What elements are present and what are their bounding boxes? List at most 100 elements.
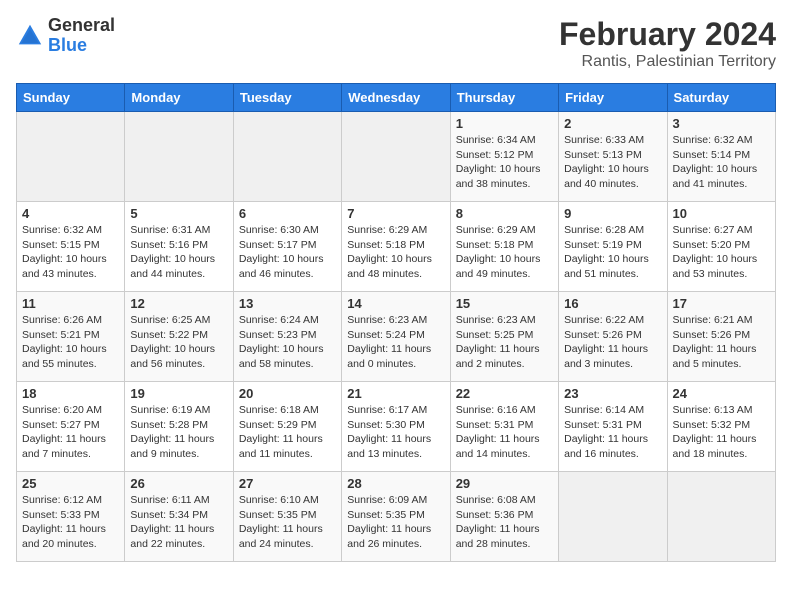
calendar-cell: 23 Sunrise: 6:14 AM Sunset: 5:31 PM Dayli…	[559, 382, 667, 472]
day-info: Sunrise: 6:11 AM Sunset: 5:34 PM Dayligh…	[130, 493, 227, 552]
day-number: 2	[564, 116, 661, 131]
calendar-week-4: 25Sunrise: 6:12 AM Sunset: 5:33 PM Dayli…	[17, 472, 776, 562]
calendar-cell: 20 Sunrise: 6:18 AM Sunset: 5:29 PM Dayli…	[233, 382, 341, 472]
day-info: Sunrise: 6:08 AM Sunset: 5:36 PM Dayligh…	[456, 493, 553, 552]
calendar-cell: 8 Sunrise: 6:29 AM Sunset: 5:18 PM Daylig…	[450, 202, 558, 292]
day-number: 14	[347, 296, 444, 311]
calendar-cell: 6Sunrise: 6:30 AM Sunset: 5:17 PM Daylig…	[233, 202, 341, 292]
weekday-header-sunday: Sunday	[17, 84, 125, 112]
calendar-cell: 18 Sunrise: 6:20 AM Sunset: 5:27 PM Dayli…	[17, 382, 125, 472]
day-number: 20	[239, 386, 336, 401]
calendar-cell: 27 Sunrise: 6:10 AM Sunset: 5:35 PM Dayli…	[233, 472, 341, 562]
day-number: 10	[673, 206, 770, 221]
day-number: 27	[239, 476, 336, 491]
day-info: Sunrise: 6:19 AM Sunset: 5:28 PM Dayligh…	[130, 403, 227, 462]
day-info: Sunrise: 6:26 AM Sunset: 5:21 PM Dayligh…	[22, 313, 119, 372]
day-number: 21	[347, 386, 444, 401]
calendar-week-2: 11 Sunrise: 6:26 AM Sunset: 5:21 PM Dayli…	[17, 292, 776, 382]
calendar-cell: 19 Sunrise: 6:19 AM Sunset: 5:28 PM Dayli…	[125, 382, 233, 472]
page-header: General Blue February 2024 Rantis, Pales…	[16, 16, 776, 71]
calendar-cell: 21 Sunrise: 6:17 AM Sunset: 5:30 PM Dayli…	[342, 382, 450, 472]
calendar-cell: 5 Sunrise: 6:31 AM Sunset: 5:16 PM Daylig…	[125, 202, 233, 292]
day-info: Sunrise: 6:32 AM Sunset: 5:14 PM Dayligh…	[673, 133, 770, 192]
day-info: Sunrise: 6:23 AM Sunset: 5:25 PM Dayligh…	[456, 313, 553, 372]
logo-icon	[16, 22, 44, 50]
calendar-cell: 13 Sunrise: 6:24 AM Sunset: 5:23 PM Dayli…	[233, 292, 341, 382]
day-number: 19	[130, 386, 227, 401]
calendar-cell: 14 Sunrise: 6:23 AM Sunset: 5:24 PM Dayli…	[342, 292, 450, 382]
day-info: Sunrise: 6:27 AM Sunset: 5:20 PM Dayligh…	[673, 223, 770, 282]
day-number: 23	[564, 386, 661, 401]
day-info: Sunrise: 6:32 AM Sunset: 5:15 PM Dayligh…	[22, 223, 119, 282]
day-number: 8	[456, 206, 553, 221]
day-info: Sunrise: 6:14 AM Sunset: 5:31 PM Dayligh…	[564, 403, 661, 462]
calendar-header-row: SundayMondayTuesdayWednesdayThursdayFrid…	[17, 84, 776, 112]
title-area: February 2024 Rantis, Palestinian Territ…	[559, 16, 776, 71]
day-info: Sunrise: 6:31 AM Sunset: 5:16 PM Dayligh…	[130, 223, 227, 282]
day-number: 3	[673, 116, 770, 131]
calendar-cell: 2 Sunrise: 6:33 AM Sunset: 5:13 PM Daylig…	[559, 112, 667, 202]
calendar-cell: 25Sunrise: 6:12 AM Sunset: 5:33 PM Dayli…	[17, 472, 125, 562]
calendar-cell: 3 Sunrise: 6:32 AM Sunset: 5:14 PM Daylig…	[667, 112, 775, 202]
weekday-header-tuesday: Tuesday	[233, 84, 341, 112]
day-number: 26	[130, 476, 227, 491]
calendar-week-0: 1 Sunrise: 6:34 AM Sunset: 5:12 PM Daylig…	[17, 112, 776, 202]
logo-blue-text: Blue	[48, 35, 87, 55]
calendar-cell	[17, 112, 125, 202]
day-number: 28	[347, 476, 444, 491]
day-number: 5	[130, 206, 227, 221]
day-info: Sunrise: 6:34 AM Sunset: 5:12 PM Dayligh…	[456, 133, 553, 192]
day-number: 18	[22, 386, 119, 401]
calendar-cell: 28 Sunrise: 6:09 AM Sunset: 5:35 PM Dayli…	[342, 472, 450, 562]
calendar-cell: 29 Sunrise: 6:08 AM Sunset: 5:36 PM Dayli…	[450, 472, 558, 562]
calendar-cell	[667, 472, 775, 562]
day-info: Sunrise: 6:29 AM Sunset: 5:18 PM Dayligh…	[456, 223, 553, 282]
day-info: Sunrise: 6:23 AM Sunset: 5:24 PM Dayligh…	[347, 313, 444, 372]
day-info: Sunrise: 6:10 AM Sunset: 5:35 PM Dayligh…	[239, 493, 336, 552]
calendar-week-3: 18 Sunrise: 6:20 AM Sunset: 5:27 PM Dayli…	[17, 382, 776, 472]
day-info: Sunrise: 6:18 AM Sunset: 5:29 PM Dayligh…	[239, 403, 336, 462]
day-info: Sunrise: 6:33 AM Sunset: 5:13 PM Dayligh…	[564, 133, 661, 192]
day-number: 16	[564, 296, 661, 311]
calendar-cell: 4 Sunrise: 6:32 AM Sunset: 5:15 PM Daylig…	[17, 202, 125, 292]
day-info: Sunrise: 6:24 AM Sunset: 5:23 PM Dayligh…	[239, 313, 336, 372]
day-number: 11	[22, 296, 119, 311]
weekday-header-saturday: Saturday	[667, 84, 775, 112]
day-info: Sunrise: 6:28 AM Sunset: 5:19 PM Dayligh…	[564, 223, 661, 282]
day-info: Sunrise: 6:25 AM Sunset: 5:22 PM Dayligh…	[130, 313, 227, 372]
day-info: Sunrise: 6:16 AM Sunset: 5:31 PM Dayligh…	[456, 403, 553, 462]
calendar-cell: 22 Sunrise: 6:16 AM Sunset: 5:31 PM Dayli…	[450, 382, 558, 472]
logo: General Blue	[16, 16, 115, 56]
weekday-header-wednesday: Wednesday	[342, 84, 450, 112]
day-number: 12	[130, 296, 227, 311]
day-number: 17	[673, 296, 770, 311]
calendar-cell: 17 Sunrise: 6:21 AM Sunset: 5:26 PM Dayli…	[667, 292, 775, 382]
day-info: Sunrise: 6:13 AM Sunset: 5:32 PM Dayligh…	[673, 403, 770, 462]
day-info: Sunrise: 6:20 AM Sunset: 5:27 PM Dayligh…	[22, 403, 119, 462]
calendar-cell: 1 Sunrise: 6:34 AM Sunset: 5:12 PM Daylig…	[450, 112, 558, 202]
day-number: 13	[239, 296, 336, 311]
day-info: Sunrise: 6:22 AM Sunset: 5:26 PM Dayligh…	[564, 313, 661, 372]
calendar-week-1: 4 Sunrise: 6:32 AM Sunset: 5:15 PM Daylig…	[17, 202, 776, 292]
calendar-cell: 26 Sunrise: 6:11 AM Sunset: 5:34 PM Dayli…	[125, 472, 233, 562]
calendar-cell	[559, 472, 667, 562]
calendar-table: SundayMondayTuesdayWednesdayThursdayFrid…	[16, 83, 776, 562]
day-number: 4	[22, 206, 119, 221]
weekday-header-thursday: Thursday	[450, 84, 558, 112]
day-info: Sunrise: 6:30 AM Sunset: 5:17 PM Dayligh…	[239, 223, 336, 282]
calendar-cell: 7Sunrise: 6:29 AM Sunset: 5:18 PM Daylig…	[342, 202, 450, 292]
day-number: 22	[456, 386, 553, 401]
day-info: Sunrise: 6:17 AM Sunset: 5:30 PM Dayligh…	[347, 403, 444, 462]
calendar-cell: 12 Sunrise: 6:25 AM Sunset: 5:22 PM Dayli…	[125, 292, 233, 382]
calendar-cell	[233, 112, 341, 202]
day-info: Sunrise: 6:29 AM Sunset: 5:18 PM Dayligh…	[347, 223, 444, 282]
calendar-cell: 24Sunrise: 6:13 AM Sunset: 5:32 PM Dayli…	[667, 382, 775, 472]
calendar-cell: 16 Sunrise: 6:22 AM Sunset: 5:26 PM Dayli…	[559, 292, 667, 382]
day-number: 29	[456, 476, 553, 491]
weekday-header-monday: Monday	[125, 84, 233, 112]
day-info: Sunrise: 6:21 AM Sunset: 5:26 PM Dayligh…	[673, 313, 770, 372]
day-info: Sunrise: 6:09 AM Sunset: 5:35 PM Dayligh…	[347, 493, 444, 552]
calendar-cell: 15 Sunrise: 6:23 AM Sunset: 5:25 PM Dayli…	[450, 292, 558, 382]
day-number: 15	[456, 296, 553, 311]
day-number: 1	[456, 116, 553, 131]
